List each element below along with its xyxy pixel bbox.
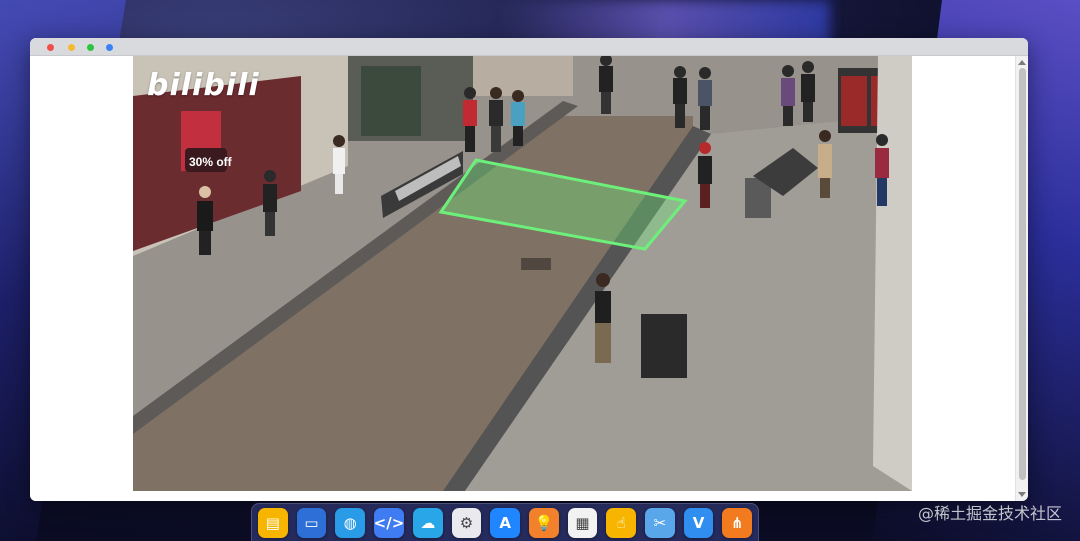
close-button[interactable]	[47, 44, 54, 51]
pedestrian	[781, 65, 795, 126]
scroll-thumb[interactable]	[1019, 68, 1026, 480]
right-wall	[873, 56, 912, 491]
cloud-icon[interactable]: ☁	[412, 507, 443, 538]
back-window	[361, 66, 421, 136]
touch-icon[interactable]: ☝	[606, 507, 637, 538]
browser-window: 30% off bilibili	[30, 38, 1028, 501]
page-content: 30% off bilibili	[30, 56, 1015, 501]
maximize-button[interactable]	[87, 44, 94, 51]
code-editor-icon[interactable]: </>	[374, 507, 404, 538]
sale-sign-text: 30% off	[189, 155, 233, 169]
terminal-icon[interactable]: ▭	[296, 507, 327, 538]
files-icon[interactable]: ▤	[257, 507, 288, 538]
street-scene: 30% off	[133, 56, 912, 491]
lightbulb-icon[interactable]: 💡	[529, 507, 559, 538]
surveillance-video[interactable]: 30% off bilibili	[133, 56, 912, 491]
share-nodes-icon[interactable]: ⋔	[722, 507, 753, 538]
scroll-up-icon[interactable]	[1018, 60, 1026, 65]
tools-icon[interactable]: ✂	[645, 507, 675, 538]
pedestrian	[801, 61, 815, 122]
brand-logo: bilibili	[147, 68, 260, 103]
pedestrian	[698, 67, 712, 130]
pedestrian	[511, 90, 525, 146]
calculator-icon[interactable]: ▦	[567, 507, 598, 538]
title-bar[interactable]	[30, 38, 1028, 56]
extra-window-button[interactable]	[106, 44, 113, 51]
app-store-icon[interactable]: A	[490, 507, 520, 538]
planet-browser-icon[interactable]: ◍	[335, 507, 365, 538]
settings-icon[interactable]: ⚙	[451, 507, 482, 538]
pedestrian	[673, 66, 687, 128]
app-dock: ▤ ▭ ◍ </> ☁ ⚙ A 💡 ▦ ☝ ✂ V ⋔	[251, 503, 759, 541]
far-buildings	[473, 56, 573, 96]
vue-icon[interactable]: V	[683, 507, 714, 538]
utility-box	[641, 314, 687, 378]
phone-kiosk-panel	[841, 76, 867, 126]
watermark: @稀土掘金技术社区	[917, 504, 1062, 523]
manhole	[521, 258, 551, 270]
scroll-down-icon[interactable]	[1018, 492, 1026, 497]
minimize-button[interactable]	[68, 44, 75, 51]
vertical-scrollbar[interactable]	[1015, 56, 1028, 501]
